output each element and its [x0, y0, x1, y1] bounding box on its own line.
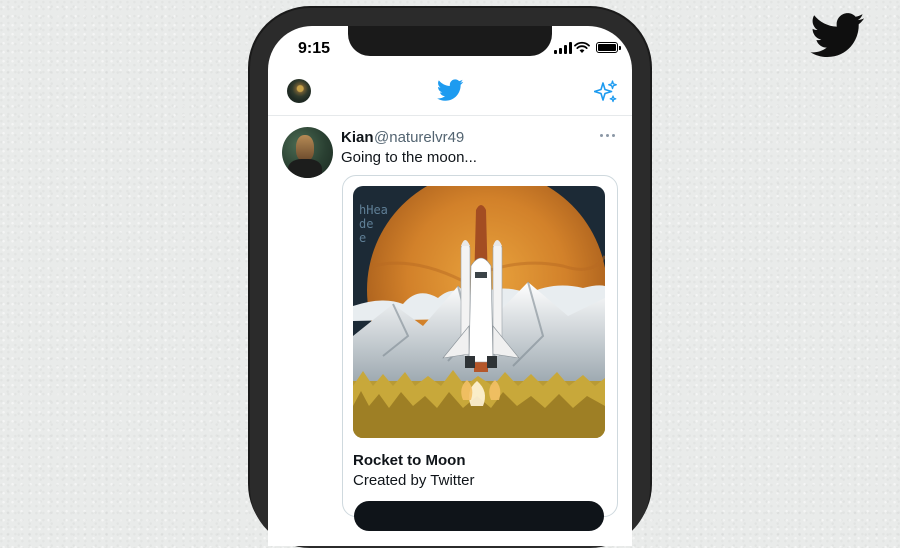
card-image-text-2: de	[359, 217, 373, 231]
tweet-author-name[interactable]: Kian	[341, 129, 374, 146]
card-image[interactable]: hHea de e	[353, 186, 605, 438]
card-title: Rocket to Moon	[353, 452, 466, 469]
profile-avatar[interactable]	[287, 79, 311, 103]
twitter-bird-icon[interactable]	[437, 79, 464, 101]
wifi-icon	[574, 41, 590, 53]
card-image-text-3: e	[359, 231, 366, 245]
more-options-icon[interactable]	[600, 132, 616, 138]
tweet-author-handle[interactable]: @naturelvr49	[374, 129, 464, 146]
card-subtitle: Created by Twitter	[353, 472, 475, 489]
tweet-text: Going to the moon...	[341, 149, 477, 166]
twitter-logo-icon	[810, 13, 865, 58]
battery-icon	[596, 42, 621, 53]
phone-notch	[348, 26, 552, 56]
status-time: 9:15	[298, 40, 331, 57]
tweet-author-avatar[interactable]	[282, 127, 333, 178]
cellular-signal-icon	[554, 42, 572, 54]
card-image-text-1: hHea	[359, 203, 388, 217]
sparkle-icon[interactable]	[594, 80, 618, 104]
header-divider	[268, 115, 632, 116]
